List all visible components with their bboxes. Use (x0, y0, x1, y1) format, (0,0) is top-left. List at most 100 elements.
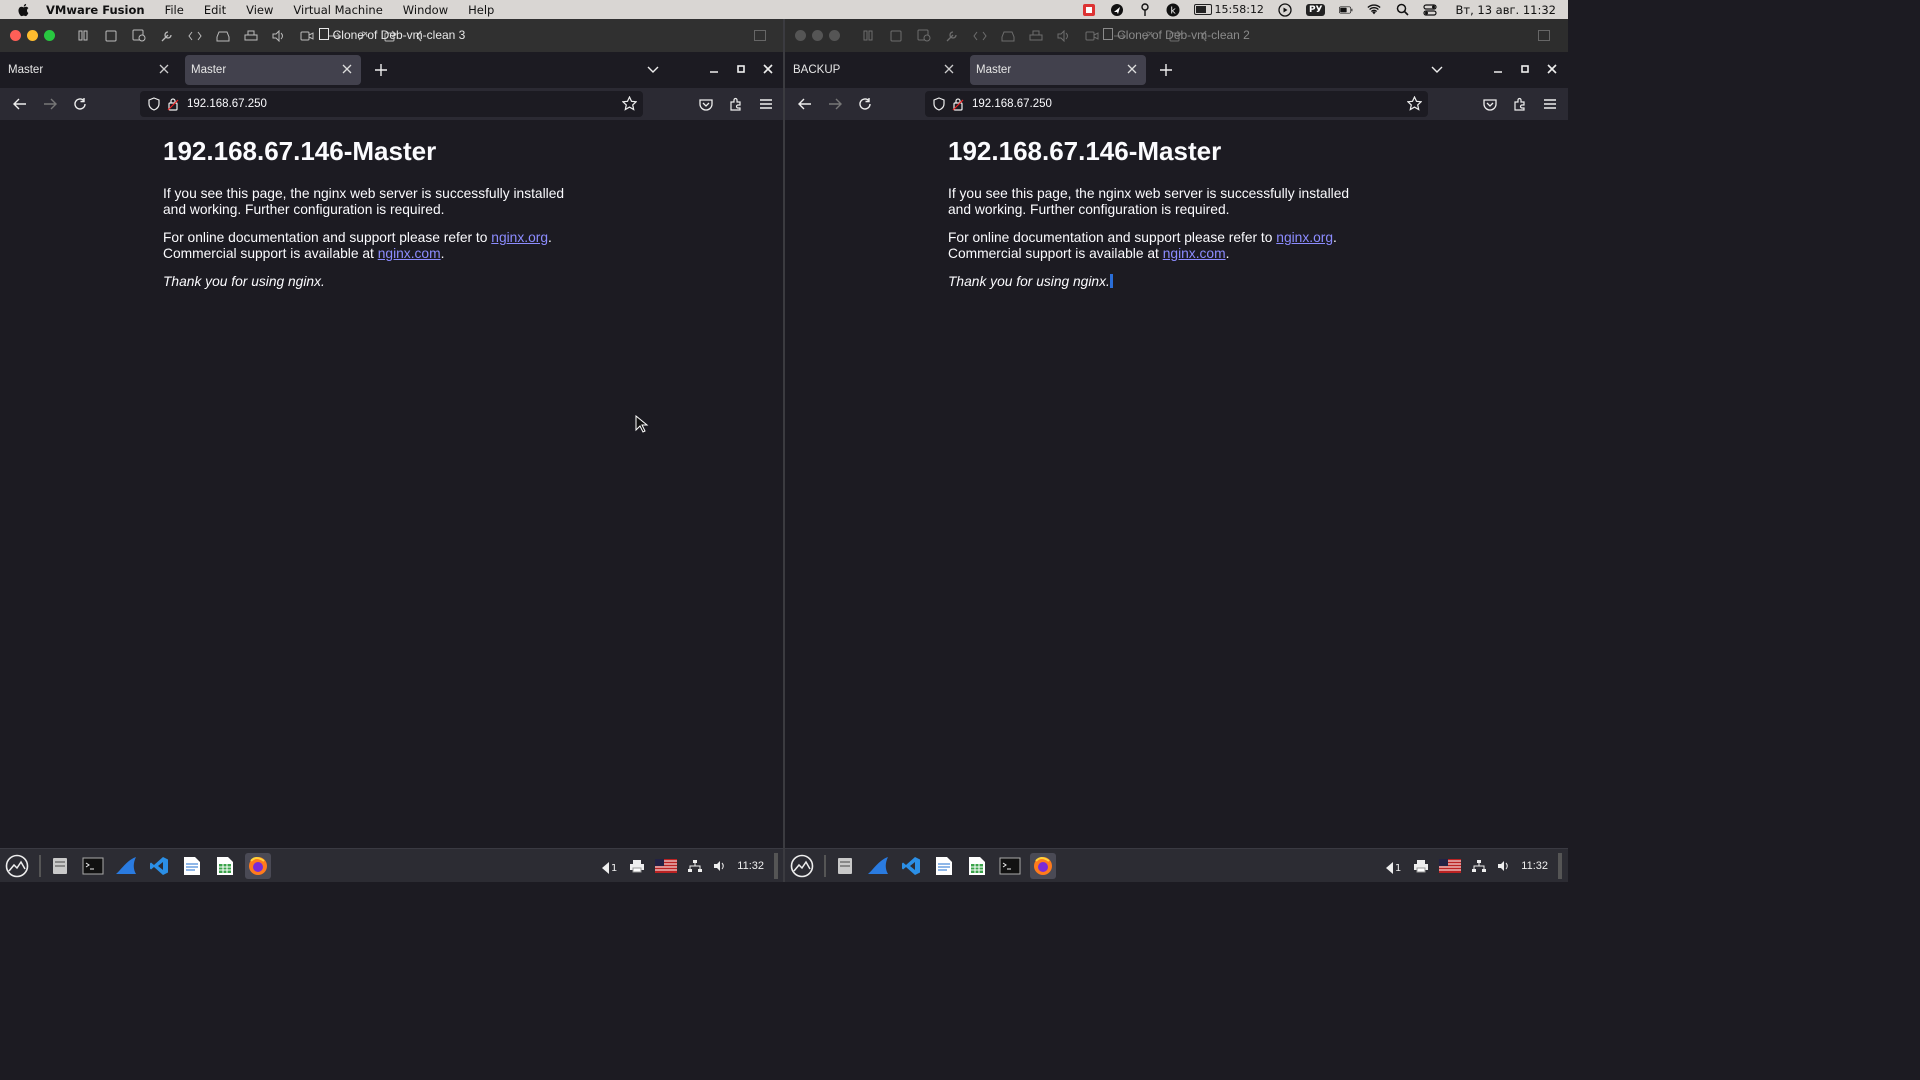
tracking-protection-shield-icon[interactable] (932, 97, 946, 111)
back-arrow-icon[interactable] (12, 96, 28, 112)
show-desktop-strip[interactable] (1558, 852, 1562, 879)
restore-icon[interactable] (754, 30, 766, 41)
terminal-icon[interactable] (997, 853, 1023, 879)
maximize-icon[interactable] (1519, 63, 1531, 75)
start-menu-icon[interactable] (5, 854, 29, 878)
extensions-puzzle-icon[interactable] (728, 96, 744, 112)
settings-wrench-icon[interactable] (159, 29, 175, 43)
minimize-icon[interactable] (708, 63, 720, 75)
pocket-icon[interactable] (1482, 96, 1498, 112)
menu-window[interactable]: Window (403, 3, 448, 17)
lock-icon[interactable] (167, 97, 179, 111)
hamburger-menu-icon[interactable] (1542, 96, 1558, 112)
battery-time-indicator[interactable]: 15:58:12 (1193, 3, 1264, 16)
close-icon[interactable] (1546, 63, 1558, 75)
printer-icon[interactable] (1028, 29, 1044, 43)
vscode-icon[interactable] (898, 853, 924, 879)
code-icon[interactable] (972, 29, 988, 43)
printer-icon[interactable] (243, 29, 259, 43)
address-bar[interactable]: 192.168.67.250 (140, 91, 643, 117)
snapshot-icon[interactable] (888, 29, 904, 43)
hard-disk-icon[interactable] (1000, 29, 1016, 43)
navigation-app-icon[interactable] (1110, 3, 1124, 17)
fullscreen-window-button[interactable] (829, 30, 840, 41)
battery-icon[interactable] (1339, 3, 1353, 17)
notifications-icon[interactable]: 1 (599, 858, 619, 874)
snapshot-icon[interactable] (103, 29, 119, 43)
bookmark-star-icon[interactable] (1407, 96, 1422, 111)
writer-document-icon[interactable] (931, 853, 957, 879)
menu-help[interactable]: Help (468, 3, 494, 17)
menu-virtual-machine[interactable]: Virtual Machine (293, 3, 382, 17)
restore-icon[interactable] (1538, 30, 1550, 41)
share-icon[interactable] (383, 29, 399, 43)
list-all-tabs-chevron-icon[interactable] (1430, 62, 1444, 76)
k-app-icon[interactable]: k (1166, 3, 1180, 17)
forward-arrow-icon[interactable] (42, 96, 58, 112)
file-manager-icon[interactable] (832, 853, 858, 879)
code-icon[interactable] (187, 29, 203, 43)
volume-icon[interactable] (1497, 858, 1511, 874)
app-name-menu[interactable]: VMware Fusion (46, 3, 145, 17)
chevron-left-icon[interactable] (1196, 29, 1212, 43)
close-tab-icon[interactable] (341, 63, 353, 75)
start-menu-icon[interactable] (790, 854, 814, 878)
menubar-clock[interactable]: Вт, 13 авг. 11:32 (1455, 3, 1556, 17)
snapshots-manager-icon[interactable] (131, 29, 147, 43)
browser-tab[interactable]: Master (2, 55, 178, 85)
show-desktop-strip[interactable] (774, 852, 778, 879)
browser-shark-icon[interactable] (113, 853, 139, 879)
pause-icon[interactable] (860, 29, 876, 43)
keyboard-layout-indicator[interactable]: РУ (1305, 3, 1326, 16)
network-icon[interactable] (1471, 858, 1487, 874)
close-tab-icon[interactable] (158, 63, 170, 75)
camera-icon[interactable] (1084, 29, 1100, 43)
us-flag-keyboard-icon[interactable] (655, 858, 678, 874)
browser-shark-icon[interactable] (865, 853, 891, 879)
firefox-icon[interactable] (245, 852, 271, 879)
spreadsheet-icon[interactable] (212, 853, 238, 879)
fullscreen-window-button[interactable] (44, 30, 55, 41)
control-center-icon[interactable] (1423, 3, 1438, 17)
spotlight-search-icon[interactable] (1395, 3, 1409, 17)
settings-wrench-icon[interactable] (944, 29, 960, 43)
sound-icon[interactable] (1056, 29, 1072, 43)
browser-tab-active[interactable]: Master (970, 55, 1146, 85)
us-flag-keyboard-icon[interactable] (1439, 858, 1462, 874)
nginx-com-link[interactable]: nginx.com (1163, 246, 1226, 261)
close-window-button[interactable] (10, 30, 21, 41)
list-all-tabs-chevron-icon[interactable] (646, 62, 660, 76)
bluetooth-icon[interactable] (355, 29, 371, 43)
printer-tray-icon[interactable] (629, 858, 645, 874)
hamburger-menu-icon[interactable] (758, 96, 774, 112)
pin-icon[interactable] (1138, 2, 1152, 17)
nginx-com-link[interactable]: nginx.com (378, 246, 441, 261)
chevron-left-icon[interactable] (411, 29, 427, 43)
minimize-icon[interactable] (1492, 63, 1504, 75)
browser-tab[interactable]: BACKUP (787, 55, 963, 85)
taskbar-clock[interactable]: 11:32 (1521, 858, 1548, 874)
taskbar-clock[interactable]: 11:32 (737, 858, 764, 874)
close-icon[interactable] (762, 63, 774, 75)
sound-icon[interactable] (271, 29, 287, 43)
extensions-puzzle-icon[interactable] (1512, 96, 1528, 112)
close-tab-icon[interactable] (943, 63, 955, 75)
usb-icon[interactable] (327, 29, 343, 43)
forward-arrow-icon[interactable] (827, 96, 843, 112)
camera-icon[interactable] (299, 29, 315, 43)
browser-tab-active[interactable]: Master (185, 55, 361, 85)
new-tab-plus-icon[interactable] (1158, 62, 1174, 78)
tracking-protection-shield-icon[interactable] (147, 97, 161, 111)
wifi-icon[interactable] (1367, 3, 1382, 17)
play-icon[interactable] (1278, 2, 1292, 17)
bookmark-star-icon[interactable] (622, 96, 637, 111)
notifications-icon[interactable]: 1 (1383, 858, 1403, 874)
close-window-button[interactable] (795, 30, 806, 41)
spreadsheet-icon[interactable] (964, 853, 990, 879)
pocket-icon[interactable] (698, 96, 714, 112)
usb-icon[interactable] (1112, 29, 1128, 43)
nginx-org-link[interactable]: nginx.org (491, 230, 548, 245)
translate-app-icon[interactable] (1082, 3, 1096, 17)
new-tab-plus-icon[interactable] (373, 62, 389, 78)
lock-icon[interactable] (952, 97, 964, 111)
